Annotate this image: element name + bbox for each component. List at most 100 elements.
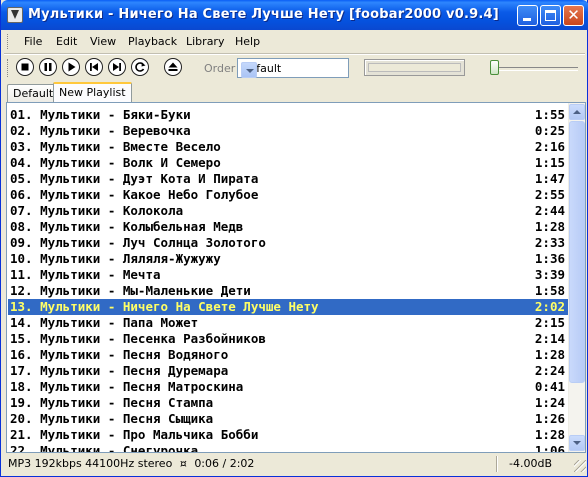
app-window: Мультики - Ничего На Свете Лучше Нету [f… — [0, 0, 588, 477]
playlist-row[interactable]: 07. Мультики - Колокола 2:44 — [8, 203, 571, 219]
menu-playback[interactable]: Playback — [128, 35, 177, 48]
volume-slider-thumb[interactable] — [490, 60, 499, 75]
tab-new-playlist[interactable]: New Playlist — [53, 82, 132, 102]
playlist-view[interactable]: 01. Мультики - Бяки-Буки 1:55 02. Мультики… — [6, 102, 586, 453]
pause-icon — [44, 63, 52, 71]
playlist-row[interactable]: 02. Мультики - Веревочка 0:25 — [8, 123, 571, 139]
playlist-row[interactable]: 12. Мультики - Мы-Маленькие Дети 1:58 — [8, 283, 571, 299]
playlist-row[interactable]: 06. Мультики - Какое Небо Голубое 2:55 — [8, 187, 571, 203]
toolbar: Order Default — [4, 55, 584, 81]
playlist-row[interactable]: 09. Мультики - Луч Солнца Золотого 2:33 — [8, 235, 571, 251]
separator-icon: ¤ — [179, 457, 187, 470]
random-button[interactable] — [131, 58, 149, 76]
playlist-row[interactable]: 05. Мультики - Дуэт Кота И Пирата 1:47 — [8, 171, 571, 187]
track-duration: 1:47 — [534, 171, 565, 186]
track-title: 18. Мультики - Песня Матроскина — [10, 379, 244, 394]
pause-button[interactable] — [39, 58, 57, 76]
track-title: 05. Мультики - Дуэт Кота И Пирата — [10, 171, 259, 186]
menu-file[interactable]: File — [24, 35, 42, 48]
playlist-row[interactable]: 20. Мультики - Песня Сыщика 1:26 — [8, 411, 571, 427]
track-duration: 1:55 — [534, 107, 565, 122]
status-bar: MP3 192kbps 44100Hz stereo ¤ 0:06 / 2:02… — [4, 454, 586, 474]
playlist-tabs: Default New Playlist — [4, 82, 584, 102]
track-title: 20. Мультики - Песня Сыщика — [10, 411, 214, 426]
close-icon: ✕ — [567, 6, 580, 24]
menu-view[interactable]: View — [90, 35, 116, 48]
track-duration: 1:06 — [534, 443, 565, 453]
foobar-app-icon[interactable] — [7, 7, 23, 23]
playlist-row[interactable]: 08. Мультики - Колыбельная Медв 1:28 — [8, 219, 571, 235]
playlist-row[interactable]: 04. Мультики - Волк И Семеро 1:15 — [8, 155, 571, 171]
track-title: 11. Мультики - Мечта — [10, 267, 161, 282]
volume-track[interactable] — [492, 67, 578, 71]
chevron-down-icon[interactable] — [241, 62, 257, 78]
scroll-up-icon[interactable] — [569, 104, 585, 120]
vertical-scrollbar[interactable] — [568, 103, 585, 452]
track-duration: 1:26 — [534, 411, 565, 426]
playlist-row[interactable]: 14. Мультики - Папа Может 2:15 — [8, 315, 571, 331]
playlist-row[interactable]: 21. Мультики - Про Мальчика Бобби 1:28 — [8, 427, 571, 443]
close-button[interactable]: ✕ — [563, 5, 584, 26]
toolbar-grip[interactable] — [7, 59, 11, 77]
scroll-down-icon[interactable] — [569, 435, 585, 451]
seekbar-track[interactable] — [368, 63, 461, 72]
track-title: 22. Мультики - Снегурочка — [10, 443, 199, 453]
playlist-row[interactable]: 16. Мультики - Песня Водяного 1:28 — [8, 347, 571, 363]
eject-icon — [168, 62, 178, 71]
track-duration: 1:28 — [534, 427, 565, 442]
track-duration: 2:44 — [534, 203, 565, 218]
track-title: 07. Мультики - Колокола — [10, 203, 184, 218]
playlist-row[interactable]: 01. Мультики - Бяки-Буки 1:55 — [8, 107, 571, 123]
playlist-row[interactable]: 10. Мультики - Ляляля-Жужужу 1:36 — [8, 251, 571, 267]
track-title: 08. Мультики - Колыбельная Медв — [10, 219, 244, 234]
scrollbar-thumb[interactable] — [569, 121, 585, 383]
status-info: MP3 192kbps 44100Hz stereo ¤ 0:06 / 2:02 — [8, 457, 254, 470]
previous-icon — [90, 63, 98, 71]
resize-grip-icon[interactable] — [574, 460, 586, 472]
stop-button[interactable] — [16, 58, 34, 76]
eject-button[interactable] — [164, 58, 182, 76]
order-label: Order — [204, 62, 236, 75]
maximize-button[interactable] — [540, 5, 561, 26]
next-button[interactable] — [108, 58, 126, 76]
playlist-row[interactable]: 13. Мультики - Ничего На Свете Лучше Нет… — [8, 299, 571, 315]
track-duration: 1:24 — [534, 395, 565, 410]
track-duration: 0:25 — [534, 123, 565, 138]
previous-button[interactable] — [85, 58, 103, 76]
track-title: 19. Мультики - Песня Стампа — [10, 395, 214, 410]
playlist-row[interactable]: 18. Мультики - Песня Матроскина 0:41 — [8, 379, 571, 395]
tab-default[interactable]: Default — [7, 84, 60, 102]
menu-help[interactable]: Help — [235, 35, 260, 48]
track-duration: 2:24 — [534, 363, 565, 378]
order-dropdown[interactable]: Default — [237, 58, 349, 78]
status-volume: -4.00dB — [509, 457, 552, 470]
track-duration: 1:28 — [534, 219, 565, 234]
status-time: 0:06 / 2:02 — [194, 457, 255, 470]
track-duration: 1:28 — [534, 347, 565, 362]
track-duration: 2:02 — [534, 299, 565, 314]
playlist-row[interactable]: 03. Мультики - Вместе Весело 2:16 — [8, 139, 571, 155]
playlist-row[interactable]: 11. Мультики - Мечта 3:39 — [8, 267, 571, 283]
track-title: 17. Мультики - Песня Дуремара — [10, 363, 229, 378]
playlist-row[interactable]: 22. Мультики - Снегурочка 1:06 — [8, 443, 571, 453]
menu-library[interactable]: Library — [186, 35, 224, 48]
track-duration: 2:33 — [534, 235, 565, 250]
seekbar[interactable] — [364, 59, 465, 76]
play-button[interactable] — [62, 58, 80, 76]
playlist-row[interactable]: 17. Мультики - Песня Дуремара 2:24 — [8, 363, 571, 379]
menu-grip[interactable] — [7, 34, 11, 49]
title-bar[interactable]: Мультики - Ничего На Свете Лучше Нету [f… — [1, 0, 588, 30]
minimize-icon — [523, 18, 531, 21]
menu-edit[interactable]: Edit — [56, 35, 77, 48]
next-icon — [113, 63, 121, 71]
track-title: 06. Мультики - Какое Небо Голубое — [10, 187, 259, 202]
window-title: Мультики - Ничего На Свете Лучше Нету [f… — [28, 7, 499, 22]
track-title: 03. Мультики - Вместе Весело — [10, 139, 221, 154]
playlist-row[interactable]: 19. Мультики - Песня Стампа 1:24 — [8, 395, 571, 411]
random-icon — [135, 62, 146, 72]
stop-icon — [21, 63, 29, 71]
track-title: 15. Мультики - Песенка Разбойников — [10, 331, 266, 346]
track-duration: 1:36 — [534, 251, 565, 266]
minimize-button[interactable] — [517, 5, 538, 26]
playlist-row[interactable]: 15. Мультики - Песенка Разбойников 2:14 — [8, 331, 571, 347]
